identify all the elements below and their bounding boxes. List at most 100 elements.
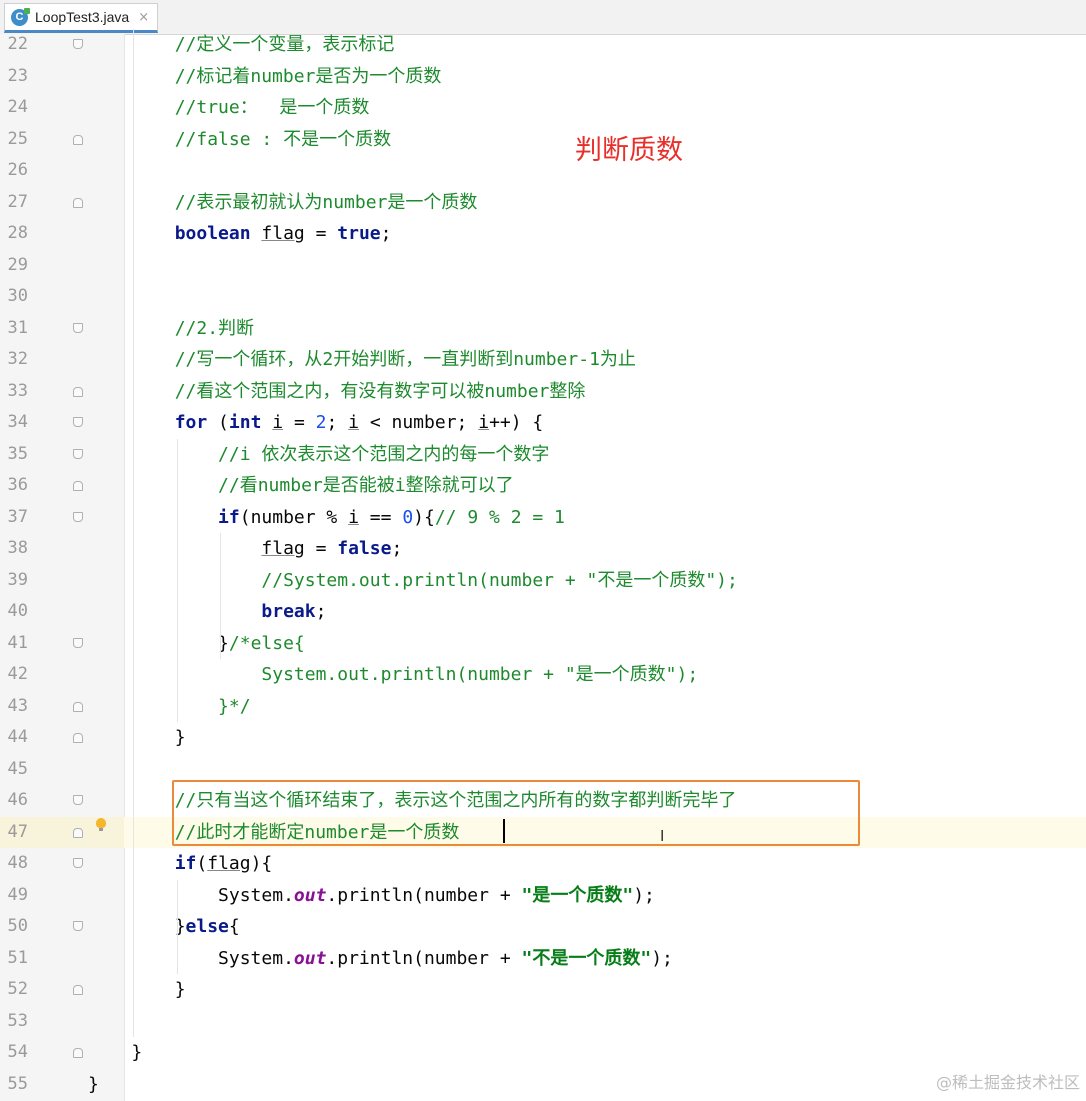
- code-line[interactable]: 30: [0, 281, 1086, 312]
- code-token: //写一个循环，从2开始判断，一直判断到number-1为止: [88, 349, 636, 370]
- code-token: }: [88, 632, 229, 654]
- line-number[interactable]: 37: [0, 502, 28, 533]
- code-line[interactable]: 44 }: [0, 722, 1086, 753]
- line-number[interactable]: 47: [0, 817, 28, 848]
- code-line[interactable]: 39 //System.out.println(number + "不是一个质数…: [0, 565, 1086, 596]
- line-number[interactable]: 33: [0, 376, 28, 407]
- code-text: }: [88, 1069, 99, 1100]
- fold-marker-icon[interactable]: [72, 322, 83, 334]
- line-number[interactable]: 29: [0, 250, 28, 281]
- line-number[interactable]: 22: [0, 29, 28, 60]
- code-line[interactable]: 55}: [0, 1069, 1086, 1100]
- line-number[interactable]: 23: [0, 61, 28, 92]
- fold-marker-icon[interactable]: [72, 196, 83, 208]
- code-line[interactable]: 40 break;: [0, 596, 1086, 627]
- code-line[interactable]: 42 System.out.println(number + "是一个质数");: [0, 659, 1086, 690]
- line-number[interactable]: 51: [0, 943, 28, 974]
- code-line[interactable]: 33 //看这个范围之内，有没有数字可以被number整除: [0, 376, 1086, 407]
- line-number[interactable]: 55: [0, 1069, 28, 1100]
- fold-marker-icon[interactable]: [72, 983, 83, 995]
- code-line[interactable]: 43 }*/: [0, 691, 1086, 722]
- line-number[interactable]: 54: [0, 1037, 28, 1068]
- code-token: //true： 是一个质数: [88, 97, 370, 118]
- line-number[interactable]: 50: [0, 911, 28, 942]
- line-number[interactable]: 48: [0, 848, 28, 879]
- code-line[interactable]: 22 //定义一个变量，表示标记: [0, 29, 1086, 60]
- code-token: //i 依次表示这个范围之内的每一个数字: [88, 443, 550, 465]
- fold-marker-icon[interactable]: [72, 133, 83, 145]
- code-line[interactable]: 28 boolean flag = true;: [0, 218, 1086, 249]
- code-line[interactable]: 37 if(number % i == 0){// 9 % 2 = 1: [0, 502, 1086, 533]
- code-line[interactable]: 31 //2.判断: [0, 313, 1086, 344]
- code-line[interactable]: 38 flag = false;: [0, 533, 1086, 564]
- line-number[interactable]: 43: [0, 691, 28, 722]
- fold-marker-icon[interactable]: [72, 920, 83, 932]
- code-token: for: [174, 412, 208, 433]
- code-line[interactable]: 26: [0, 155, 1086, 186]
- indent-guide: [133, 29, 135, 1037]
- fold-marker-icon[interactable]: [72, 479, 83, 491]
- line-number[interactable]: 36: [0, 470, 28, 501]
- code-token: );: [651, 947, 673, 969]
- line-number[interactable]: 44: [0, 722, 28, 753]
- fold-marker-icon[interactable]: [72, 826, 83, 838]
- fold-marker-icon[interactable]: [72, 731, 83, 743]
- code-line[interactable]: 51 System.out.println(number + "不是一个质数")…: [0, 943, 1086, 974]
- code-line[interactable]: 32 //写一个循环，从2开始判断，一直判断到number-1为止: [0, 344, 1086, 375]
- code-line[interactable]: 52 }: [0, 974, 1086, 1005]
- line-number[interactable]: 38: [0, 533, 28, 564]
- code-line[interactable]: 35 //i 依次表示这个范围之内的每一个数字: [0, 439, 1086, 470]
- line-number[interactable]: 31: [0, 313, 28, 344]
- line-number[interactable]: 35: [0, 439, 28, 470]
- code-line[interactable]: 41 }/*else{: [0, 628, 1086, 659]
- code-line[interactable]: 50 }else{: [0, 911, 1086, 942]
- line-number[interactable]: 25: [0, 124, 28, 155]
- line-number[interactable]: 52: [0, 974, 28, 1005]
- code-line[interactable]: 36 //看number是否能被i整除就可以了: [0, 470, 1086, 501]
- line-number[interactable]: 30: [0, 281, 28, 312]
- code-text: //写一个循环，从2开始判断，一直判断到number-1为止: [88, 344, 636, 375]
- line-number[interactable]: 24: [0, 92, 28, 123]
- close-icon[interactable]: ×: [138, 10, 149, 25]
- code-line[interactable]: 54 }: [0, 1037, 1086, 1068]
- fold-marker-icon[interactable]: [72, 38, 83, 50]
- code-token: if: [174, 853, 197, 874]
- line-number[interactable]: 27: [0, 187, 28, 218]
- line-number[interactable]: 46: [0, 785, 28, 816]
- code-token: i: [348, 412, 359, 433]
- code-line[interactable]: 53: [0, 1006, 1086, 1037]
- fold-marker-icon[interactable]: [72, 700, 83, 712]
- line-number[interactable]: 26: [0, 155, 28, 186]
- fold-marker-icon[interactable]: [72, 857, 83, 869]
- line-number[interactable]: 40: [0, 596, 28, 627]
- line-number[interactable]: 32: [0, 344, 28, 375]
- code-line[interactable]: 24 //true： 是一个质数: [0, 92, 1086, 123]
- line-number[interactable]: 53: [0, 1006, 28, 1037]
- line-number[interactable]: 28: [0, 218, 28, 249]
- line-number[interactable]: 41: [0, 628, 28, 659]
- code-token: flag: [261, 223, 305, 244]
- line-number[interactable]: 45: [0, 754, 28, 785]
- code-line[interactable]: 29: [0, 250, 1086, 281]
- code-token: boolean: [174, 223, 251, 244]
- lightbulb-icon[interactable]: [96, 818, 106, 831]
- line-number[interactable]: 42: [0, 659, 28, 690]
- fold-marker-icon[interactable]: [72, 1046, 83, 1058]
- fold-marker-icon[interactable]: [72, 416, 83, 428]
- line-number[interactable]: 39: [0, 565, 28, 596]
- code-line[interactable]: 49 System.out.println(number + "是一个质数");: [0, 880, 1086, 911]
- code-line[interactable]: 27 //表示最初就认为number是一个质数: [0, 187, 1086, 218]
- fold-marker-icon[interactable]: [72, 385, 83, 397]
- line-number[interactable]: 49: [0, 880, 28, 911]
- code-line[interactable]: 25 //false : 不是一个质数: [0, 124, 1086, 155]
- code-line[interactable]: 48 if(flag){: [0, 848, 1086, 879]
- code-line[interactable]: 23 //标记着number是否为一个质数: [0, 61, 1086, 92]
- code-line[interactable]: 34 for (int i = 2; i < number; i++) {: [0, 407, 1086, 438]
- line-number[interactable]: 34: [0, 407, 28, 438]
- fold-marker-icon[interactable]: [72, 794, 83, 806]
- indent-guide: [176, 438, 178, 722]
- fold-marker-icon[interactable]: [72, 448, 83, 460]
- fold-marker-icon[interactable]: [72, 511, 83, 523]
- fold-marker-icon[interactable]: [72, 637, 83, 649]
